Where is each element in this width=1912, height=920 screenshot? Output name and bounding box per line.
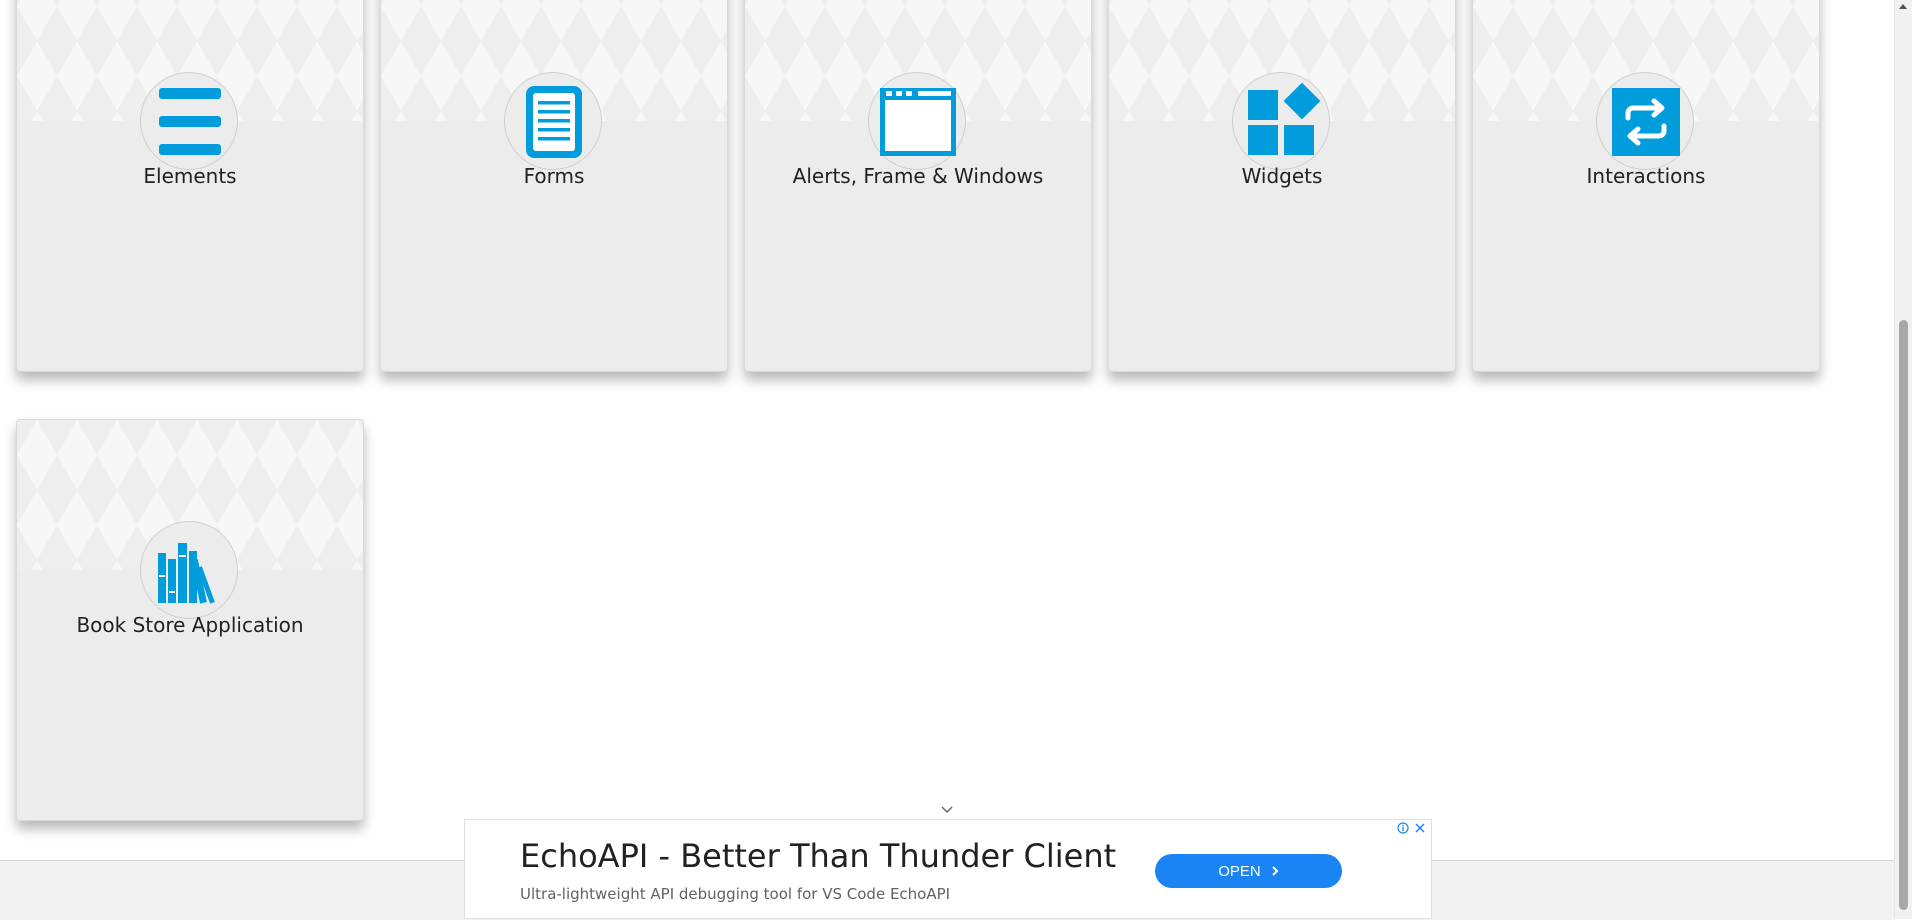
card-title: Book Store Application [76, 613, 304, 637]
card-title: Forms [523, 164, 585, 188]
chevron-right-icon [1272, 866, 1279, 876]
ad-description: Ultra-lightweight API debugging tool for… [520, 885, 951, 903]
bookstore-icon [140, 521, 238, 619]
ad-info-controls [1395, 820, 1429, 836]
card-book-store-application[interactable]: Book Store Application [16, 419, 364, 821]
card-title: Elements [143, 164, 237, 188]
alerts-window-icon [868, 72, 966, 170]
ad-banner[interactable]: EchoAPI - Better Than Thunder Client Ult… [464, 819, 1432, 919]
elements-icon [140, 72, 238, 170]
interactions-icon [1596, 72, 1694, 170]
ad-open-button[interactable]: OPEN [1155, 854, 1342, 888]
card-interactions[interactable]: Interactions [1472, 0, 1820, 372]
card-title: Interactions [1586, 164, 1706, 188]
card-title: Alerts, Frame & Windows [792, 164, 1044, 188]
card-widgets[interactable]: Widgets [1108, 0, 1456, 372]
close-icon[interactable] [1412, 820, 1427, 835]
card-title: Widgets [1241, 164, 1323, 188]
ad-title[interactable]: EchoAPI - Better Than Thunder Client [520, 837, 1116, 875]
card-forms[interactable]: Forms [380, 0, 728, 372]
card-alerts-frame-windows[interactable]: Alerts, Frame & Windows [744, 0, 1092, 372]
vertical-scrollbar[interactable] [1894, 0, 1912, 919]
ad-info-icon[interactable] [1395, 820, 1410, 835]
scrollbar-thumb[interactable] [1899, 320, 1908, 910]
widgets-icon [1232, 72, 1330, 170]
ad-open-label: OPEN [1218, 862, 1261, 880]
chevron-down-icon[interactable] [940, 805, 954, 815]
forms-icon [504, 72, 602, 170]
card-elements[interactable]: Elements [16, 0, 364, 372]
scroll-up-arrow-icon[interactable] [1899, 4, 1907, 9]
